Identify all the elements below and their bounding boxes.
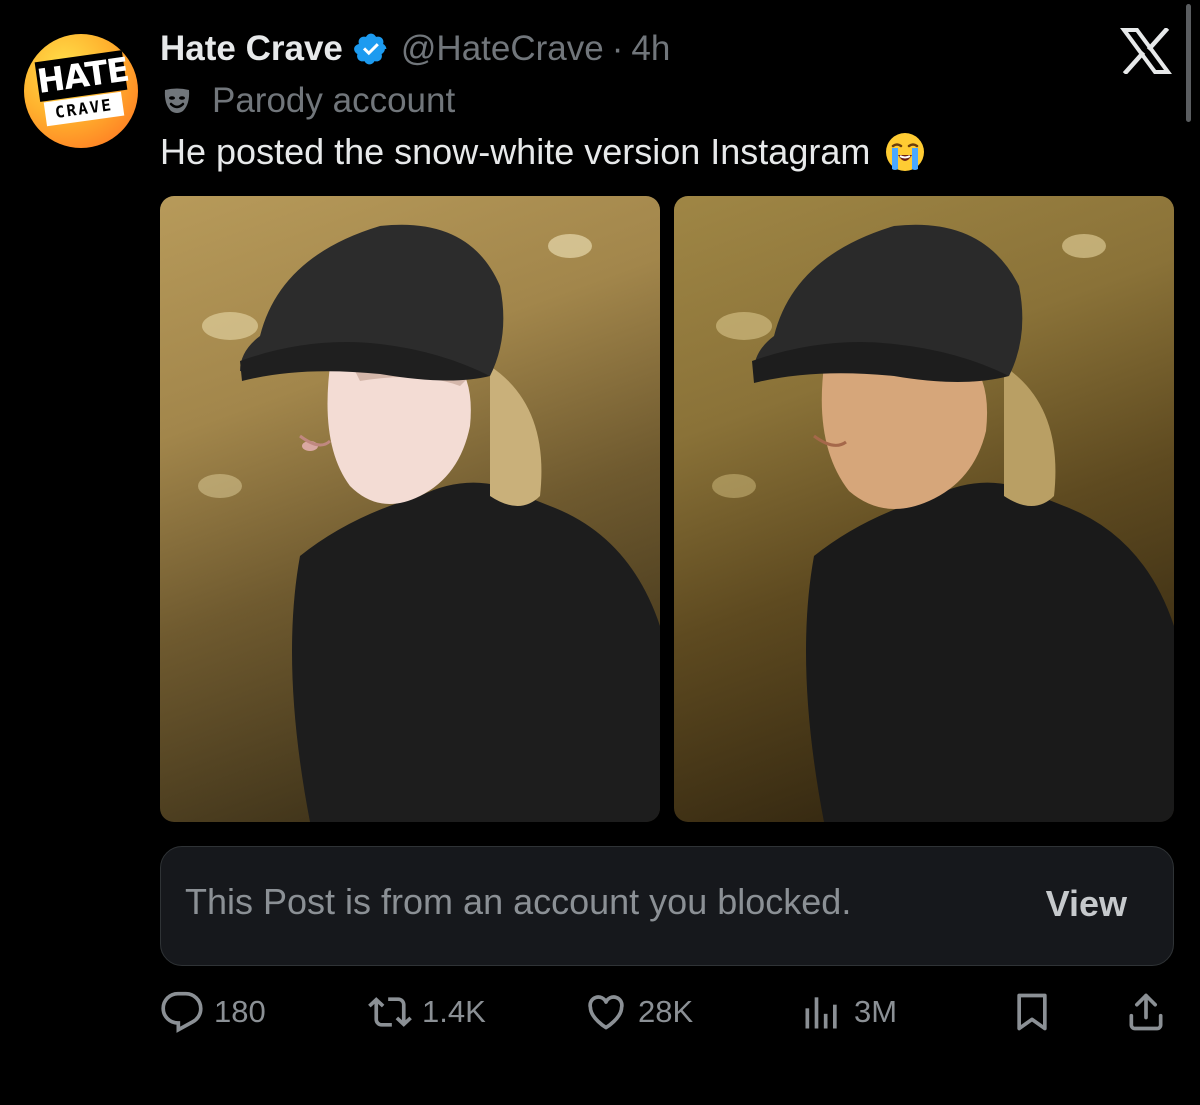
x-logo-icon[interactable]	[1120, 28, 1172, 74]
loudly-crying-face-emoji	[886, 133, 925, 171]
views-button[interactable]: 3M	[800, 988, 897, 1036]
repost-count: 1.4K	[422, 994, 486, 1029]
separator-dot: ·	[611, 29, 624, 68]
post-body: He posted the snow-white version Instagr…	[160, 128, 926, 176]
views-chart-icon	[805, 997, 837, 1029]
blocked-post-notice: This Post is from an account you blocked…	[160, 846, 1174, 966]
share-button[interactable]	[1124, 988, 1168, 1036]
display-name[interactable]: Hate Crave	[160, 29, 343, 69]
action-bar: 180 1.4K 28K 3M	[160, 988, 1176, 1036]
post-timestamp[interactable]: 4h	[631, 29, 670, 69]
theater-mask-icon	[164, 88, 190, 113]
reply-icon	[161, 991, 203, 1033]
parody-label-row: Parody account	[162, 79, 455, 123]
post-header: Hate Crave @HateCrave · 4h	[160, 26, 670, 72]
repost-button[interactable]: 1.4K	[368, 988, 486, 1036]
like-button[interactable]: 28K	[584, 988, 693, 1036]
post-image-right[interactable]	[674, 196, 1174, 822]
reply-count: 180	[214, 994, 266, 1029]
reply-button[interactable]: 180	[160, 988, 266, 1036]
avatar[interactable]: HATE CRAVE	[24, 34, 138, 148]
heart-icon	[588, 995, 624, 1030]
view-count: 3M	[854, 994, 898, 1029]
scrollbar[interactable]	[1186, 4, 1191, 122]
person-photo-original	[712, 224, 1174, 822]
person-photo-pale	[198, 224, 660, 822]
like-count: 28K	[638, 994, 694, 1029]
bookmark-icon	[1017, 993, 1047, 1031]
blocked-notice-text: This Post is from an account you blocked…	[185, 881, 852, 922]
view-button[interactable]: View	[1046, 883, 1127, 925]
share-icon	[1129, 993, 1163, 1031]
parody-account-label: Parody account	[212, 81, 456, 120]
repost-icon	[368, 997, 412, 1027]
post-text: He posted the snow-white version Instagr…	[160, 131, 871, 172]
verified-badge-icon	[354, 33, 387, 65]
user-handle[interactable]: @HateCrave	[401, 29, 604, 69]
bookmark-button[interactable]	[1010, 988, 1054, 1036]
post-image-left[interactable]	[160, 196, 660, 822]
